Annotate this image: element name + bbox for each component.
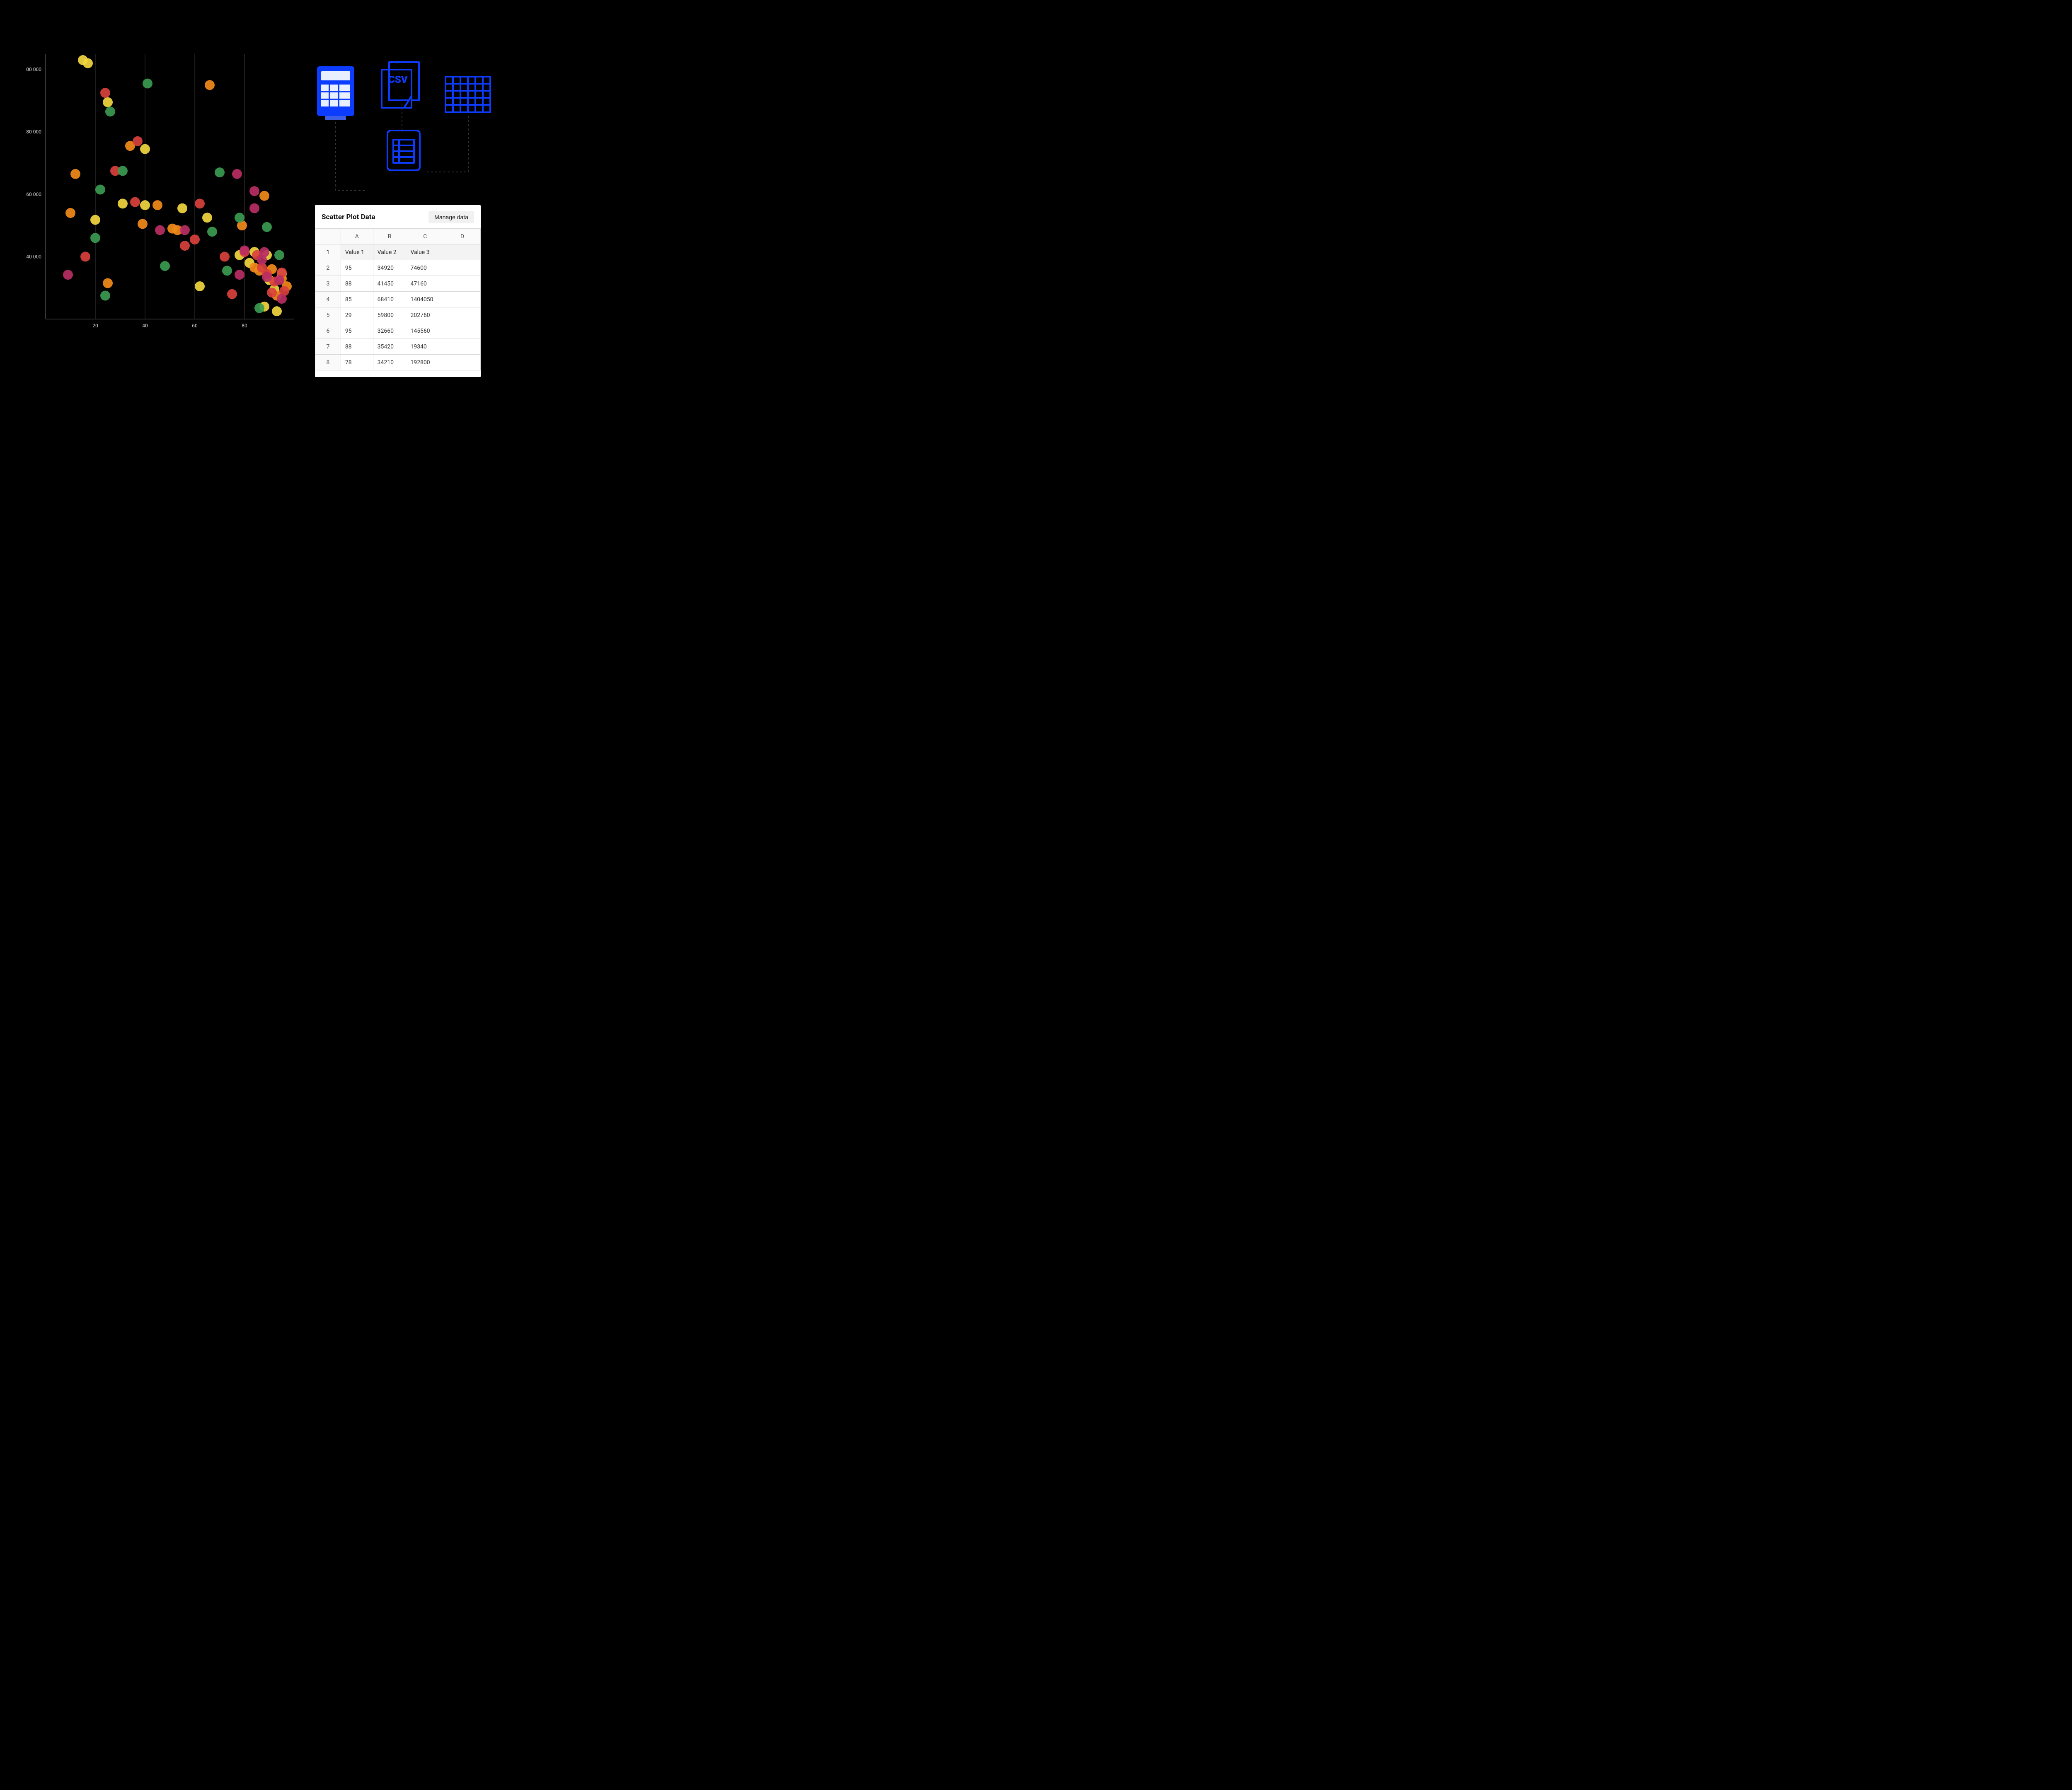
row-number[interactable]: 7 [315,339,341,354]
connector-calc [336,122,365,191]
cell-c[interactable]: 47160 [406,276,444,291]
table-row[interactable]: 87834210192800 [315,355,481,370]
data-panel-title: Scatter Plot Data [322,213,375,221]
svg-text:40 000: 40 000 [26,254,41,259]
row-number[interactable]: 2 [315,260,341,276]
calculator-icon [317,66,354,120]
scatter-chart: 20 40 60 80 40 000 60 000 80 000 100 000 [25,50,298,336]
table-row[interactable]: 3884145047160 [315,276,481,292]
col-header-a[interactable]: A [341,229,373,244]
cell-c[interactable]: 74600 [406,260,444,276]
cell-a[interactable]: 95 [341,323,373,339]
cell-b[interactable]: Value 2 [373,244,407,260]
row-number[interactable]: 5 [315,307,341,323]
cell-a[interactable]: 78 [341,355,373,370]
data-sources-diagram: CSV [307,58,497,178]
row-number[interactable]: 6 [315,323,341,339]
cell-c[interactable]: 192800 [406,355,444,370]
svg-text:20: 20 [92,323,98,329]
cell-b[interactable]: 68410 [373,292,407,307]
cell-b[interactable]: 34920 [373,260,407,276]
cell-d[interactable] [444,355,481,370]
col-header-d[interactable]: D [444,229,481,244]
cell-d[interactable] [444,244,481,260]
cell-b[interactable]: 34210 [373,355,407,370]
connector-grid [427,116,468,172]
cell-d[interactable] [444,260,481,276]
svg-text:40: 40 [142,323,148,329]
scatter-svg: 20 40 60 80 40 000 60 000 80 000 100 000 [25,50,298,336]
cell-c[interactable]: 1404050 [406,292,444,307]
data-panel-header: Scatter Plot Data Manage data [315,205,481,228]
cell-b[interactable]: 59800 [373,307,407,323]
svg-text:80: 80 [242,323,247,329]
manage-data-button[interactable]: Manage data [428,211,474,223]
cell-a[interactable]: 85 [341,292,373,307]
column-header-row: A B C D [315,229,481,244]
csv-file-icon: CSV [382,62,419,108]
cell-c[interactable]: 145560 [406,323,444,339]
svg-text:60 000: 60 000 [26,191,41,197]
cell-d[interactable] [444,307,481,323]
cell-b[interactable]: 32660 [373,323,407,339]
stage: 20 40 60 80 40 000 60 000 80 000 100 000 [0,0,503,403]
col-header-b[interactable]: B [373,229,407,244]
table-row[interactable]: 52959800202760 [315,307,481,323]
table-row[interactable]: 1Value 1Value 2Value 3 [315,244,481,260]
cell-c[interactable]: 202760 [406,307,444,323]
csv-label: CSV [388,74,408,85]
table-row[interactable]: 7883542019340 [315,339,481,355]
cell-a[interactable]: 88 [341,276,373,291]
col-header-c[interactable]: C [406,229,444,244]
table-row[interactable]: 2953492074600 [315,260,481,276]
table-row[interactable]: 69532660145560 [315,323,481,339]
data-grid[interactable]: A B C D 1Value 1Value 2Value 32953492074… [315,228,481,370]
cell-a[interactable]: Value 1 [341,244,373,260]
svg-text:80 000: 80 000 [26,129,41,135]
cell-a[interactable]: 88 [341,339,373,354]
cell-c[interactable]: 19340 [406,339,444,354]
cell-c[interactable]: Value 3 [406,244,444,260]
data-panel: Scatter Plot Data Manage data A B C D 1V… [315,205,481,377]
cell-b[interactable]: 35420 [373,339,407,354]
data-sources-svg: CSV [307,58,497,207]
cell-d[interactable] [444,323,481,339]
table-document-icon [387,131,420,170]
table-row[interactable]: 485684101404050 [315,292,481,307]
row-number[interactable]: 8 [315,355,341,370]
row-number[interactable]: 3 [315,276,341,291]
row-number[interactable]: 1 [315,244,341,260]
cell-d[interactable] [444,276,481,291]
cell-a[interactable]: 29 [341,307,373,323]
cell-a[interactable]: 95 [341,260,373,276]
svg-text:60: 60 [192,323,198,329]
svg-text:100 000: 100 000 [25,67,41,73]
cell-d[interactable] [444,339,481,354]
corner-cell [315,229,341,244]
spreadsheet-grid-icon [445,77,490,112]
cell-d[interactable] [444,292,481,307]
cell-b[interactable]: 41450 [373,276,407,291]
row-number[interactable]: 4 [315,292,341,307]
